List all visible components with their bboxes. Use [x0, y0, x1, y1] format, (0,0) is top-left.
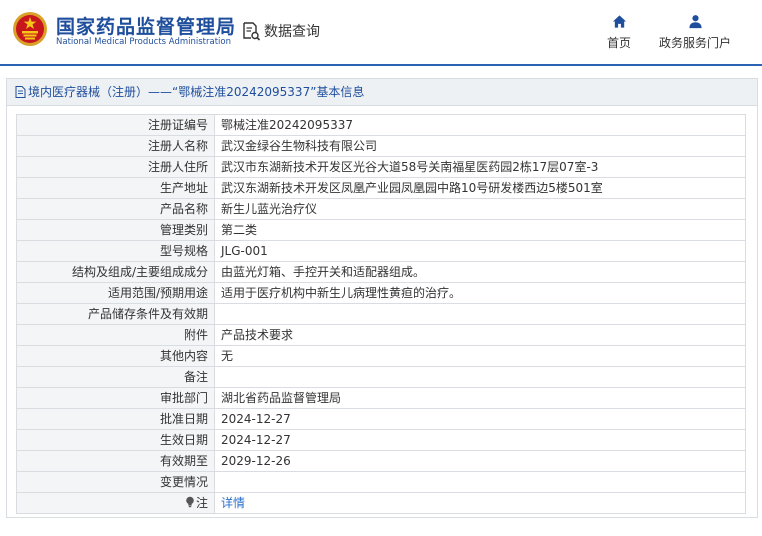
org-name-cn[interactable]: 国家药品监督管理局: [56, 12, 236, 39]
row-label: 生产地址: [16, 177, 215, 199]
row-value: 2024-12-27: [214, 429, 746, 451]
table-row: 注册证编号 鄂械注准20242095337: [16, 114, 746, 136]
row-label: 结构及组成/主要组成成分: [16, 261, 215, 283]
document-search-icon: [243, 22, 261, 41]
table-row: 生产地址 武汉东湖新技术开发区凤凰产业园凤凰园中路10号研发楼西边5楼501室: [16, 177, 746, 199]
device-info-panel: 境内医疗器械（注册）——“鄂械注准20242095337”基本信息 注册证编号鄂…: [6, 78, 758, 518]
row-value: 由蓝光灯箱、手控开关和适配器组成。: [214, 261, 746, 283]
row-label: 产品名称: [16, 198, 215, 220]
data-query-link[interactable]: 数据查询: [241, 20, 320, 42]
row-value: 适用于医疗机构中新生儿病理性黄疸的治疗。: [214, 282, 746, 304]
document-icon: [15, 86, 26, 98]
lightbulb-icon: [186, 496, 194, 508]
row-value: 武汉市东湖新技术开发区光谷大道58号关南福星医药园2栋17层07室-3: [214, 156, 746, 178]
row-label: 变更情况: [16, 471, 215, 493]
row-label: 附件: [16, 324, 215, 346]
row-value: [214, 303, 746, 325]
note-label: 注: [195, 496, 208, 510]
row-value: 2024-12-27: [214, 408, 746, 430]
row-value: 2029-12-26: [214, 450, 746, 472]
org-name-en[interactable]: National Medical Products Administration: [56, 37, 231, 47]
table-row: 注册人住所 武汉市东湖新技术开发区光谷大道58号关南福星医药园2栋17层07室-3: [16, 156, 746, 178]
panel-title-text: 境内医疗器械（注册）——“鄂械注准20242095337”基本信息: [28, 85, 365, 99]
row-value: 鄂械注准20242095337: [214, 114, 746, 136]
table-row: 附件 产品技术要求: [16, 324, 746, 346]
table-row: 批准日期 2024-12-27: [16, 408, 746, 430]
table-row: 产品储存条件及有效期: [16, 303, 746, 325]
row-label: 产品储存条件及有效期: [16, 303, 215, 325]
row-value: 无: [214, 345, 746, 367]
data-query-label: 数据查询: [264, 24, 320, 40]
row-value: [214, 366, 746, 388]
nav-home[interactable]: 首页: [601, 14, 637, 51]
row-value: JLG-001: [214, 240, 746, 262]
table-row: 结构及组成/主要组成成分 由蓝光灯箱、手控开关和适配器组成。: [16, 261, 746, 283]
table-row: 审批部门 湖北省药品监督管理局: [16, 387, 746, 409]
table-row: 有效期至 2029-12-26: [16, 450, 746, 472]
nav-gov-label: 政务服务门户: [658, 36, 731, 50]
row-value: 武汉东湖新技术开发区凤凰产业园凤凰园中路10号研发楼西边5楼501室: [214, 177, 746, 199]
note-value-cell: 详情: [214, 492, 746, 514]
row-label: 批准日期: [16, 408, 215, 430]
row-value: 第二类: [214, 219, 746, 241]
site-header: 国家药品监督管理局 National Medical Products Admi…: [0, 0, 762, 66]
info-table: 注册证编号 鄂械注准20242095337 注册人名称 武汉金绿谷生物科技有限公司 …: [16, 114, 746, 514]
table-row: 其他内容无: [16, 345, 746, 367]
row-label: 审批部门: [16, 387, 215, 409]
row-value: 武汉金绿谷生物科技有限公司: [214, 135, 746, 157]
row-label: 管理类别: [16, 219, 215, 241]
table-row: 备注: [16, 366, 746, 388]
row-label: 适用范围/预期用途: [16, 282, 215, 304]
panel-title: 境内医疗器械（注册）——“鄂械注准20242095337”基本信息: [7, 79, 757, 106]
row-label: 注册人住所: [16, 156, 215, 178]
table-row: 变更情况: [16, 471, 746, 493]
table-row: 适用范围/预期用途 适用于医疗机构中新生儿病理性黄疸的治疗。: [16, 282, 746, 304]
row-label: 生效日期: [16, 429, 215, 451]
row-label: 型号规格: [16, 240, 215, 262]
table-row: 注册人名称 武汉金绿谷生物科技有限公司: [16, 135, 746, 157]
table-row: 管理类别 第二类: [16, 219, 746, 241]
home-icon: [612, 15, 626, 28]
national-emblem-icon[interactable]: [12, 11, 48, 47]
row-value: 新生儿蓝光治疗仪: [214, 198, 746, 220]
note-row: 注 详情: [16, 492, 746, 514]
row-label: 注册人名称: [16, 135, 215, 157]
nav-home-label: 首页: [606, 36, 631, 50]
row-value: 产品技术要求: [214, 324, 746, 346]
row-value: [214, 471, 746, 493]
table-row: 生效日期 2024-12-27: [16, 429, 746, 451]
table-row: 型号规格 JLG-001: [16, 240, 746, 262]
details-link[interactable]: 详情: [221, 496, 245, 510]
row-label: 注册证编号: [16, 114, 215, 136]
table-row: 产品名称 新生儿蓝光治疗仪: [16, 198, 746, 220]
nav-gov-portal[interactable]: 政务服务门户: [654, 14, 736, 51]
row-label: 备注: [16, 366, 215, 388]
row-value: 湖北省药品监督管理局: [214, 387, 746, 409]
note-label-cell: 注: [16, 492, 215, 514]
row-label: 有效期至: [16, 450, 215, 472]
row-label: 其他内容: [16, 345, 215, 367]
user-icon: [688, 15, 702, 29]
